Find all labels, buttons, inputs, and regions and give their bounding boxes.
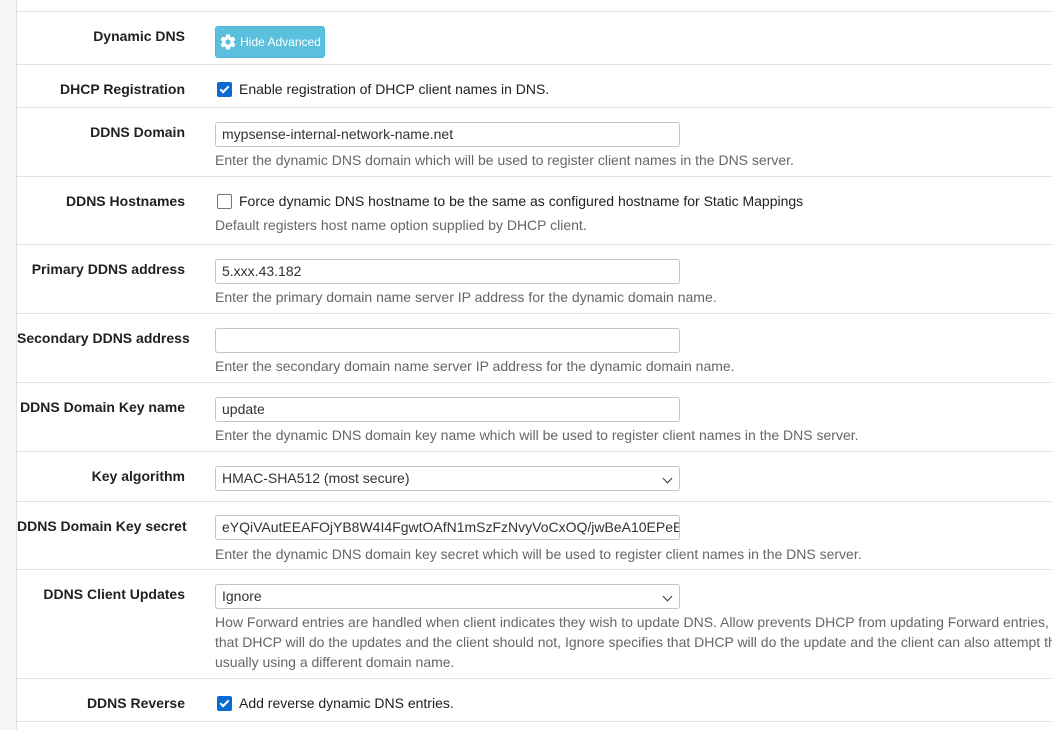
row-ddns-key-secret: DDNS Domain Key secret eYQiVAutEEAFOjYB8… — [17, 501, 1052, 570]
key-algorithm-select[interactable]: HMAC-SHA512 (most secure) — [215, 466, 680, 491]
ddns-client-updates-select[interactable]: Ignore — [215, 584, 680, 609]
dynamic-dns-label: Dynamic DNS — [93, 28, 185, 44]
primary-ddns-input[interactable]: 5.xxx.43.182 — [215, 259, 680, 284]
ddns-reverse-option: Add reverse dynamic DNS entries. — [217, 695, 454, 711]
ddns-domain-input[interactable]: mypsense-internal-network-name.net — [215, 122, 680, 147]
row-dhcp-registration: DHCP Registration Enable registration of… — [17, 64, 1052, 108]
ddns-client-updates-help-1: How Forward entries are handled when cli… — [215, 614, 1052, 630]
ddns-reverse-checkbox[interactable] — [217, 695, 232, 711]
gear-icon — [220, 34, 236, 50]
ddns-reverse-text: Add reverse dynamic DNS entries. — [239, 695, 454, 711]
ddns-hostnames-option: Force dynamic DNS hostname to be the sam… — [217, 193, 803, 209]
ddns-reverse-label: DDNS Reverse — [86, 695, 185, 711]
ddns-client-updates-selected: Ignore — [222, 588, 262, 604]
row-ddns-hostnames: DDNS Hostnames Force dynamic DNS hostnam… — [17, 176, 1052, 245]
ddns-key-secret-help: Enter the dynamic DNS domain key secret … — [215, 546, 862, 562]
secondary-ddns-help: Enter the secondary domain name server I… — [215, 358, 735, 374]
key-algorithm-label: Key algorithm — [91, 468, 185, 484]
row-ddns-domain: DDNS Domain mypsense-internal-network-na… — [17, 107, 1052, 177]
ddns-domain-help: Enter the dynamic DNS domain which will … — [215, 152, 794, 168]
ddns-key-secret-label: DDNS Domain Key secret — [17, 518, 187, 534]
row-secondary-ddns: Secondary DDNS address Enter the seconda… — [17, 313, 1052, 383]
chevron-down-icon — [662, 473, 673, 484]
ddns-hostnames-checkbox[interactable] — [217, 193, 232, 209]
row-ddns-reverse: DDNS Reverse Add reverse dynamic DNS ent… — [17, 678, 1052, 722]
hide-advanced-button[interactable]: Hide Advanced — [215, 26, 325, 58]
row-divider-bottom — [17, 721, 1052, 730]
dhcp-registration-text: Enable registration of DHCP client names… — [239, 81, 550, 97]
dhcp-registration-label: DHCP Registration — [60, 81, 185, 97]
ddns-key-secret-input[interactable]: eYQiVAutEEAFOjYB8W4I4FgwtOAfN1mSzFzNvyVo… — [215, 515, 680, 540]
ddns-domain-label: DDNS Domain — [90, 124, 185, 140]
ddns-client-updates-help-2: that DHCP will do the updates and the cl… — [215, 634, 1052, 650]
row-ddns-client-updates: DDNS Client Updates Ignore How Forward e… — [17, 569, 1052, 679]
dhcp-registration-option: Enable registration of DHCP client names… — [217, 81, 549, 97]
row-key-algorithm: Key algorithm HMAC-SHA512 (most secure) — [17, 451, 1052, 502]
hide-advanced-label: Hide Advanced — [240, 35, 321, 49]
dhcp-ddns-settings-panel: Dynamic DNS Hide Advanced DHCP Registrat… — [16, 0, 1052, 730]
ddns-client-updates-label: DDNS Client Updates — [43, 586, 185, 602]
secondary-ddns-label: Secondary DDNS address — [17, 330, 190, 346]
primary-ddns-help: Enter the primary domain name server IP … — [215, 289, 717, 305]
primary-ddns-label: Primary DDNS address — [31, 261, 185, 277]
ddns-key-name-help: Enter the dynamic DNS domain key name wh… — [215, 427, 859, 443]
key-algorithm-selected: HMAC-SHA512 (most secure) — [222, 470, 410, 486]
dhcp-registration-checkbox[interactable] — [217, 81, 232, 97]
ddns-hostnames-label: DDNS Hostnames — [65, 193, 185, 209]
ddns-client-updates-help-3: usually using a different domain name. — [215, 654, 455, 670]
chevron-down-icon — [662, 591, 673, 602]
row-dynamic-dns: Dynamic DNS Hide Advanced — [17, 11, 1052, 65]
ddns-key-name-label: DDNS Domain Key name — [20, 399, 185, 415]
ddns-hostnames-help: Default registers host name option suppl… — [215, 217, 587, 233]
row-ddns-key-name: DDNS Domain Key name update Enter the dy… — [17, 382, 1052, 452]
ddns-key-name-input[interactable]: update — [215, 397, 680, 422]
row-primary-ddns: Primary DDNS address 5.xxx.43.182 Enter … — [17, 244, 1052, 314]
secondary-ddns-input[interactable] — [215, 328, 680, 353]
ddns-hostnames-text: Force dynamic DNS hostname to be the sam… — [239, 193, 804, 209]
